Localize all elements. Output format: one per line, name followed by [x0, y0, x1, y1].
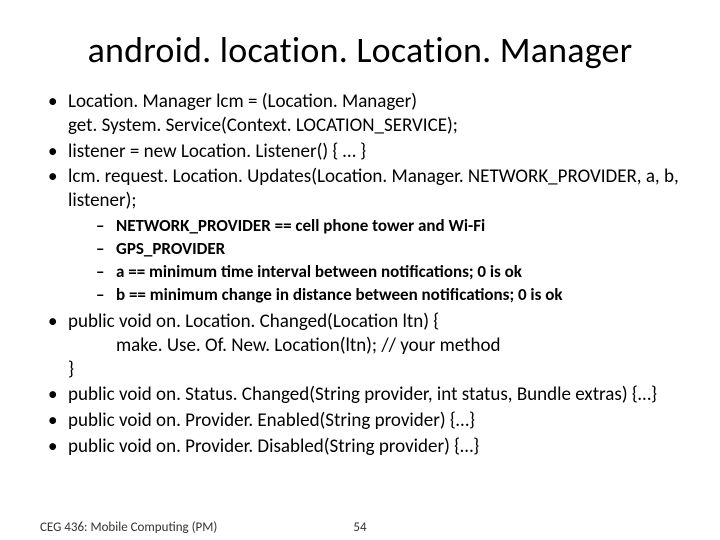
bullet-text: listener = new Location. Listener() { … … [68, 140, 366, 163]
bullet-text: make. Use. Of. New. Location(ltn); // yo… [68, 334, 500, 357]
bullet-text: public void on. Status. Changed(String p… [68, 383, 657, 406]
list-item: Location. Manager lcm = (Location. Manag… [48, 90, 690, 138]
list-item: public void on. Provider. Enabled(String… [48, 409, 690, 433]
list-item: b == minimum change in distance between … [96, 284, 690, 306]
bullet-text: get. System. Service(Context. LOCATION_S… [68, 114, 458, 137]
list-item: public void on. Status. Changed(String p… [48, 383, 690, 407]
list-item: lcm. request. Location. Updates(Location… [48, 165, 690, 306]
sub-text: GPS_PROVIDER [116, 238, 225, 259]
sub-text: NETWORK_PROVIDER == cell phone tower and… [116, 215, 485, 236]
bullet-text: } [68, 358, 74, 381]
bullet-text: Location. Manager lcm = (Location. Manag… [68, 90, 417, 113]
sub-list: NETWORK_PROVIDER == cell phone tower and… [68, 215, 690, 306]
bullet-list: Location. Manager lcm = (Location. Manag… [30, 90, 690, 459]
page-number: 54 [0, 520, 720, 535]
bullet-text: public void on. Provider. Enabled(String… [68, 409, 475, 432]
list-item: public void on. Location. Changed(Locati… [48, 310, 690, 381]
list-item: GPS_PROVIDER [96, 238, 690, 260]
list-item: a == minimum time interval between notif… [96, 261, 690, 283]
page-title: android. location. Location. Manager [30, 28, 690, 72]
sub-text: b == minimum change in distance between … [116, 284, 563, 305]
list-item: NETWORK_PROVIDER == cell phone tower and… [96, 215, 690, 237]
slide: android. location. Location. Manager Loc… [0, 0, 720, 540]
sub-text: a == minimum time interval between notif… [116, 261, 522, 282]
bullet-text: public void on. Location. Changed(Locati… [68, 310, 439, 333]
list-item: listener = new Location. Listener() { … … [48, 140, 690, 164]
bullet-text: lcm. request. Location. Updates(Location… [68, 165, 679, 212]
bullet-text: public void on. Provider. Disabled(Strin… [68, 435, 479, 458]
list-item: public void on. Provider. Disabled(Strin… [48, 435, 690, 459]
